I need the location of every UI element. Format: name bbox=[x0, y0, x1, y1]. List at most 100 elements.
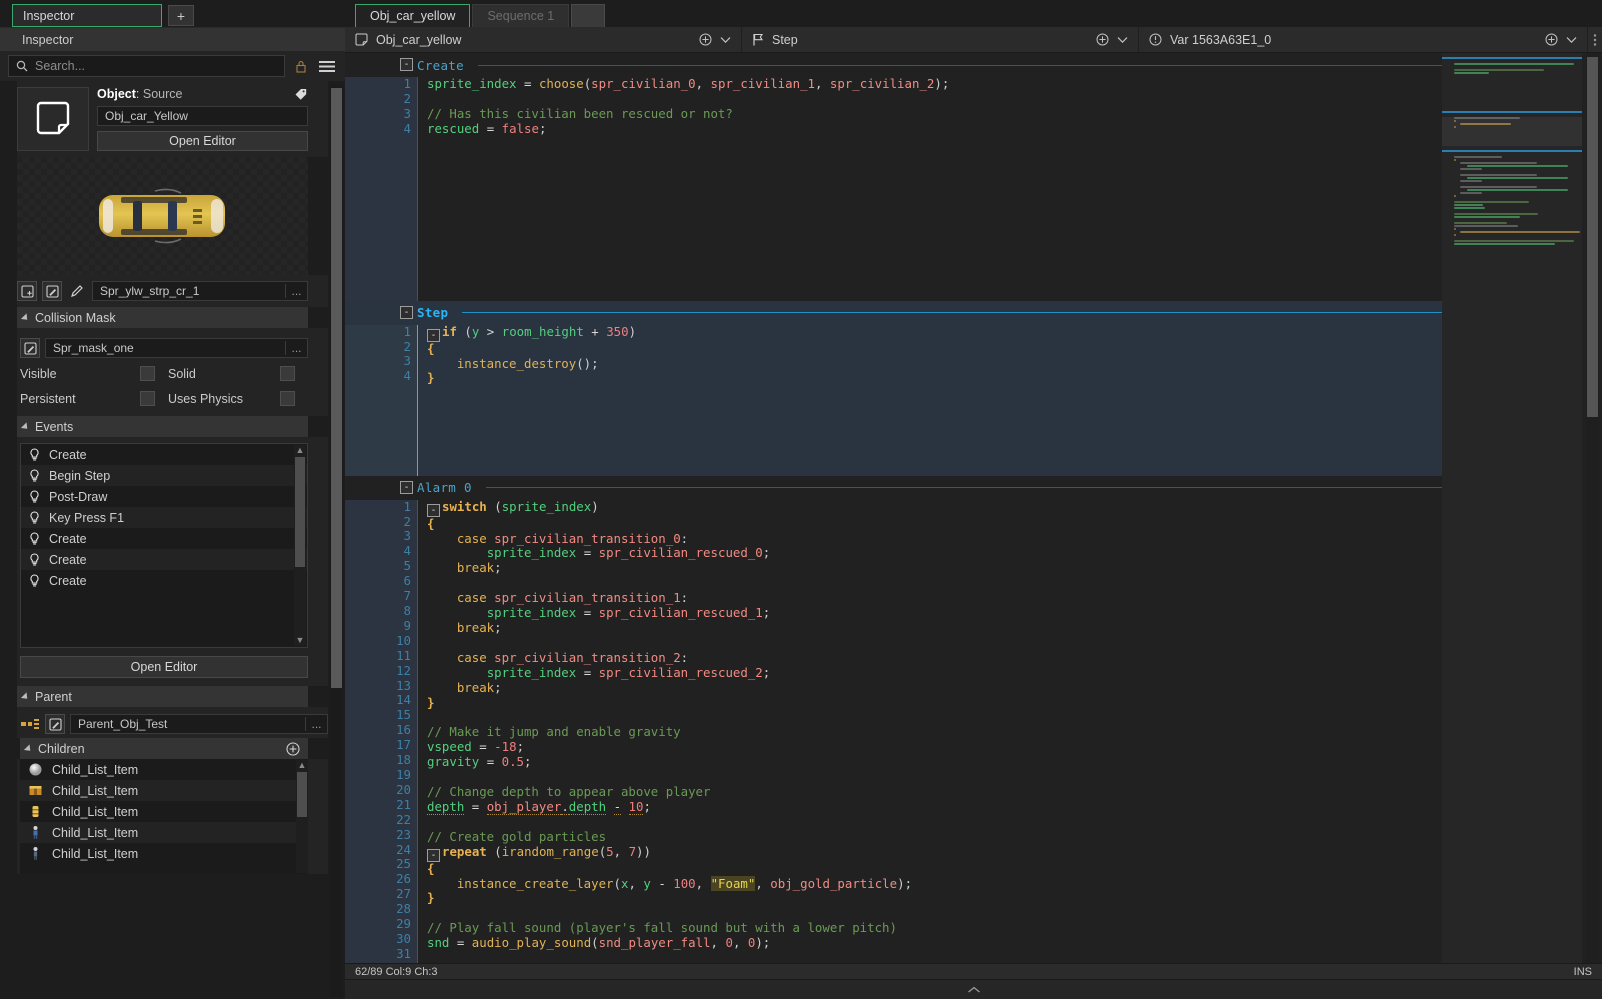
parent-name-field[interactable]: Parent_Obj_Test ... bbox=[70, 714, 328, 734]
toolbar-object-selector[interactable]: Obj_car_yellow bbox=[345, 27, 742, 52]
events-list[interactable]: Create Begin Step Post-Draw Key Pre bbox=[20, 443, 308, 648]
collision-mask-section-header[interactable]: Collision Mask bbox=[17, 307, 308, 328]
children-section-header[interactable]: Children bbox=[20, 738, 308, 759]
visible-checkbox[interactable] bbox=[140, 366, 155, 381]
fold-toggle-icon[interactable]: - bbox=[400, 58, 413, 71]
code-line[interactable] bbox=[427, 211, 1442, 226]
edit-sprite-icon[interactable] bbox=[42, 281, 62, 301]
scroll-up-arrow-icon[interactable]: ▲ bbox=[294, 445, 306, 456]
inspector-tab[interactable]: Inspector bbox=[12, 4, 162, 27]
chevron-up-icon[interactable] bbox=[967, 986, 981, 994]
code-line[interactable] bbox=[427, 416, 1442, 431]
child-list-item[interactable]: Child_List_Item bbox=[20, 822, 308, 843]
child-list-item[interactable]: Child_List_Item bbox=[20, 759, 308, 780]
parent-more-button[interactable]: ... bbox=[305, 717, 327, 731]
code-minimap[interactable] bbox=[1442, 53, 1582, 963]
code-lines[interactable]: sprite_index = choose(spr_civilian_0, sp… bbox=[417, 77, 1442, 301]
scroll-up-arrow-icon[interactable]: ▲ bbox=[296, 760, 308, 771]
code-line[interactable] bbox=[427, 256, 1442, 271]
code-line[interactable]: case spr_civilian_transition_2: bbox=[427, 651, 1442, 666]
code-line[interactable] bbox=[427, 181, 1442, 196]
code-line[interactable] bbox=[427, 815, 1442, 830]
code-line[interactable]: case spr_civilian_transition_1: bbox=[427, 591, 1442, 606]
edit-mask-icon[interactable] bbox=[20, 338, 40, 358]
events-list-scrollbar[interactable]: ▲ ▼ bbox=[294, 445, 306, 646]
code-line[interactable]: sprite_index = spr_civilian_rescued_2; bbox=[427, 666, 1442, 681]
code-line[interactable] bbox=[427, 271, 1442, 286]
code-line[interactable]: -repeat (irandom_range(5, 7)) bbox=[427, 845, 1442, 862]
event-block[interactable]: -Alarm 012345678910111213141516171819202… bbox=[345, 476, 1442, 963]
add-circle-icon[interactable] bbox=[1096, 33, 1109, 46]
code-line[interactable] bbox=[427, 386, 1442, 401]
code-line[interactable]: rescued = false; bbox=[427, 122, 1442, 137]
chevron-down-icon[interactable] bbox=[1566, 36, 1577, 44]
sprite-name-field[interactable]: Spr_ylw_strp_cr_1 ... bbox=[92, 281, 308, 301]
code-line[interactable]: instance_destroy(); bbox=[427, 357, 1442, 372]
toolbar-event-selector[interactable]: Step bbox=[742, 27, 1139, 52]
collision-mask-field[interactable]: Spr_mask_one ... bbox=[45, 338, 308, 358]
add-circle-icon[interactable] bbox=[1545, 33, 1558, 46]
children-scroll-thumb[interactable] bbox=[297, 772, 307, 817]
code-line[interactable]: { bbox=[427, 517, 1442, 532]
code-line[interactable]: } bbox=[427, 696, 1442, 711]
event-block[interactable]: -Create1234 sprite_index = choose(spr_ci… bbox=[345, 53, 1442, 301]
code-line[interactable] bbox=[427, 951, 1442, 963]
code-line[interactable]: vspeed = -18; bbox=[427, 740, 1442, 755]
events-section-header[interactable]: Events bbox=[17, 416, 308, 437]
sprite-more-button[interactable]: ... bbox=[285, 284, 307, 298]
lock-icon[interactable] bbox=[291, 56, 311, 76]
tag-icon[interactable] bbox=[294, 87, 308, 101]
code-line[interactable]: instance_create_layer(x, y - 100, "Foam"… bbox=[427, 877, 1442, 892]
event-list-item[interactable]: Create bbox=[21, 570, 307, 591]
code-scroll-container[interactable]: -Create1234 sprite_index = choose(spr_ci… bbox=[345, 53, 1442, 963]
code-lines[interactable]: -if (y > room_height + 350){ instance_de… bbox=[417, 325, 1442, 476]
persistent-checkbox[interactable] bbox=[140, 391, 155, 406]
editor-bottom-collapse-bar[interactable] bbox=[345, 979, 1602, 999]
code-line[interactable] bbox=[427, 166, 1442, 181]
code-line[interactable]: { bbox=[427, 342, 1442, 357]
event-list-item[interactable]: Post-Draw bbox=[21, 486, 307, 507]
code-line[interactable] bbox=[427, 461, 1442, 476]
paint-brush-icon[interactable] bbox=[67, 281, 87, 301]
code-scroll-thumb[interactable] bbox=[1587, 57, 1598, 417]
inspector-scroll-thumb[interactable] bbox=[331, 88, 342, 688]
inspector-scrollbar[interactable] bbox=[330, 84, 343, 997]
code-line[interactable] bbox=[427, 446, 1442, 461]
code-line[interactable]: // Create gold particles bbox=[427, 830, 1442, 845]
code-line[interactable]: } bbox=[427, 891, 1442, 906]
event-list-item[interactable]: Create bbox=[21, 444, 307, 465]
code-line[interactable] bbox=[427, 401, 1442, 416]
code-line[interactable]: depth = obj_player.depth - 10; bbox=[427, 800, 1442, 815]
child-list-item[interactable]: Child_List_Item bbox=[20, 780, 308, 801]
solid-checkbox[interactable] bbox=[280, 366, 295, 381]
code-line[interactable]: -switch (sprite_index) bbox=[427, 500, 1442, 517]
code-line[interactable]: // Play fall sound (player's fall sound … bbox=[427, 921, 1442, 936]
kebab-menu-icon[interactable] bbox=[1588, 27, 1602, 52]
add-tab-button[interactable]: + bbox=[168, 5, 194, 26]
chevron-down-icon[interactable] bbox=[1117, 36, 1128, 44]
code-lines[interactable]: -switch (sprite_index){ case spr_civilia… bbox=[417, 500, 1442, 963]
code-block[interactable]: 1234567891011121314151617181920212223242… bbox=[345, 500, 1442, 963]
parent-section-header[interactable]: Parent bbox=[17, 686, 308, 707]
code-line[interactable]: { bbox=[427, 862, 1442, 877]
object-name-field[interactable]: Obj_car_Yellow bbox=[97, 106, 308, 126]
code-line[interactable] bbox=[427, 710, 1442, 725]
events-scroll-thumb[interactable] bbox=[295, 457, 305, 567]
fold-toggle-icon[interactable]: - bbox=[400, 306, 413, 319]
event-block[interactable]: -Step1234 -if (y > room_height + 350){ i… bbox=[345, 301, 1442, 476]
code-line[interactable]: sprite_index = choose(spr_civilian_0, sp… bbox=[427, 77, 1442, 92]
object-thumbnail[interactable] bbox=[17, 87, 89, 151]
code-line[interactable] bbox=[427, 241, 1442, 256]
code-vertical-scrollbar[interactable] bbox=[1586, 53, 1599, 963]
code-line[interactable]: } bbox=[427, 371, 1442, 386]
code-line[interactable]: break; bbox=[427, 681, 1442, 696]
code-line[interactable] bbox=[427, 576, 1442, 591]
event-list-item[interactable]: Create bbox=[21, 549, 307, 570]
add-child-icon[interactable] bbox=[286, 742, 300, 756]
add-sprite-icon[interactable] bbox=[17, 281, 37, 301]
collision-mask-more-button[interactable]: ... bbox=[285, 341, 307, 355]
event-list-item[interactable]: Create bbox=[21, 528, 307, 549]
scroll-down-arrow-icon[interactable]: ▼ bbox=[294, 635, 306, 646]
search-input[interactable]: Search... bbox=[8, 55, 285, 77]
code-line[interactable]: // Has this civilian been rescued or not… bbox=[427, 107, 1442, 122]
